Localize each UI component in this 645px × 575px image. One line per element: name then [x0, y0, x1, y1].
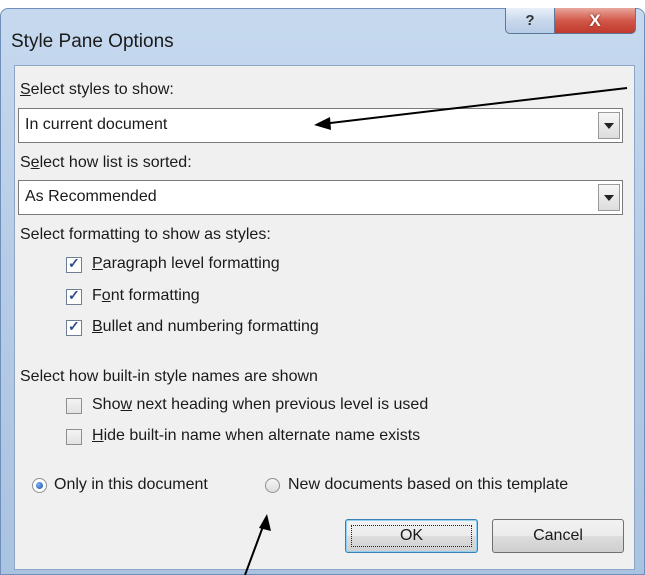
arrow-head-styles: [314, 117, 331, 130]
arrow-to-new-documents-radio: [244, 520, 266, 575]
arrow-to-styles-dropdown: [321, 87, 628, 125]
annotation-arrows: [244, 87, 628, 575]
arrow-head-radio: [259, 514, 271, 531]
